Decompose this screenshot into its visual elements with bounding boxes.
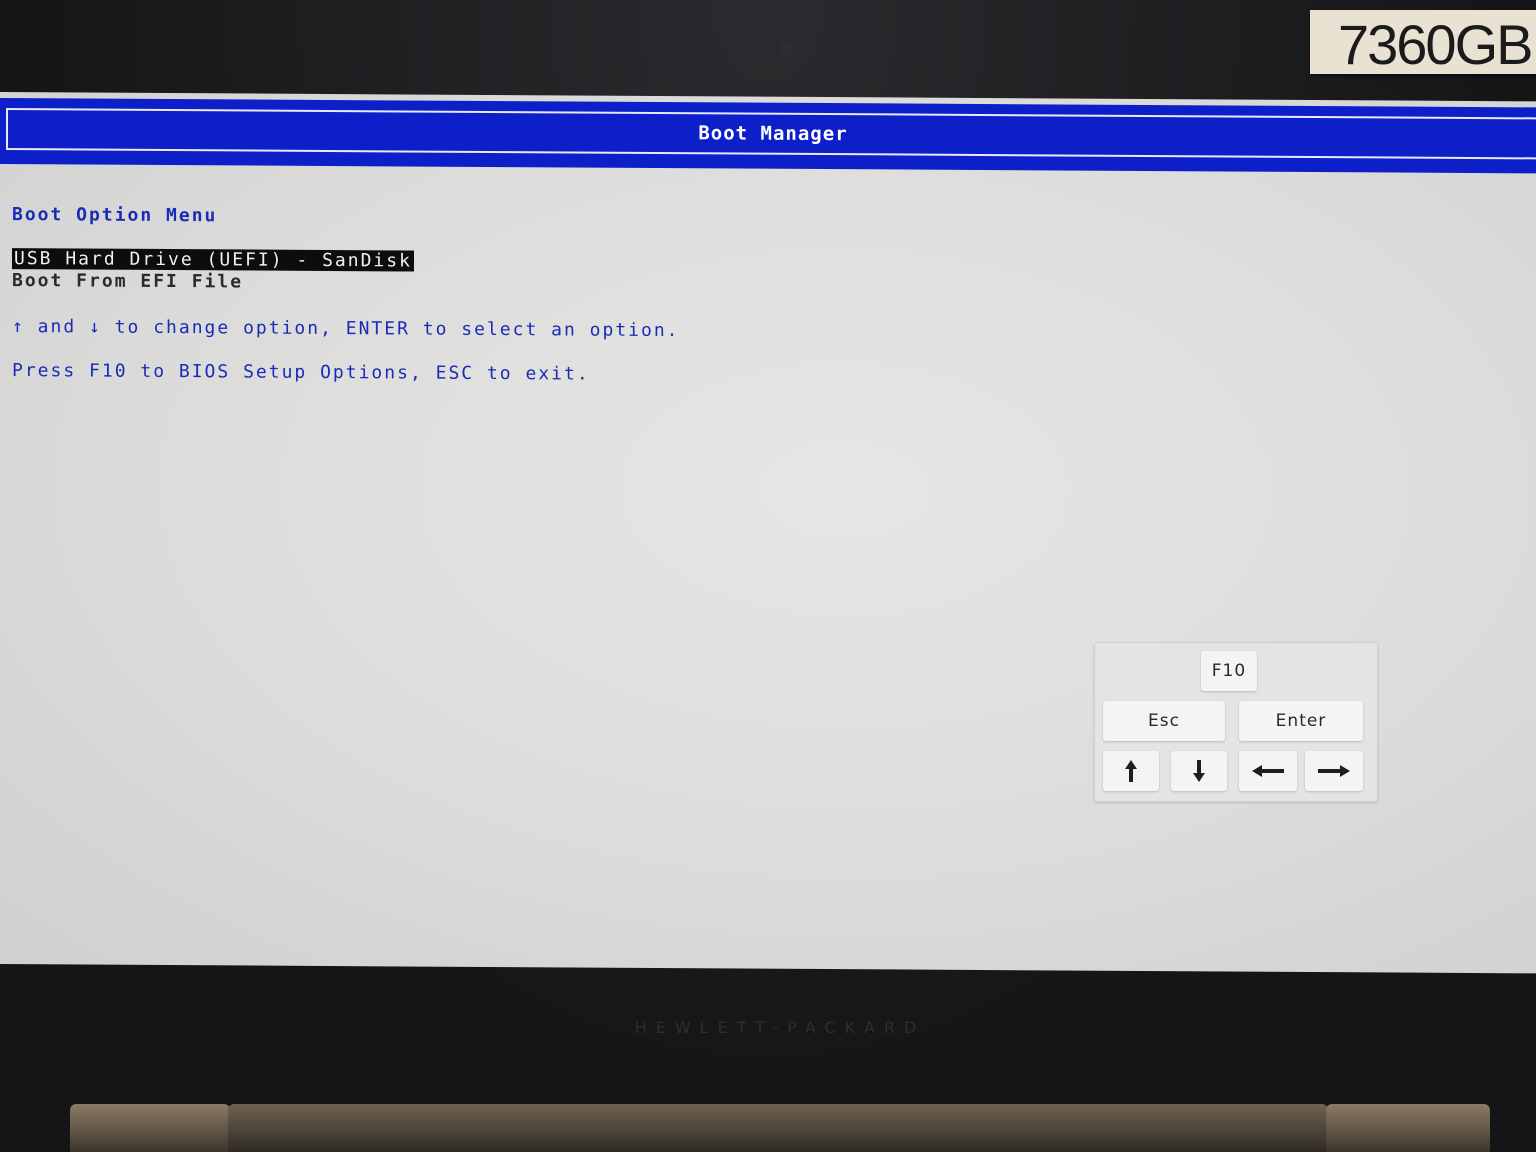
arrow-down-icon <box>1193 760 1205 782</box>
bios-screen: Boot Manager Boot Option Menu USB Hard D… <box>0 92 1536 974</box>
arrow-left-icon <box>1252 765 1284 777</box>
sticker-text: 7360GB <box>1338 13 1533 74</box>
boot-option-usb[interactable]: USB Hard Drive (UEFI) - SanDisk <box>12 248 414 272</box>
boot-option-efi-file[interactable]: Boot From EFI File <box>12 270 243 292</box>
help-text-navigation: ↑ and ↓ to change option, ENTER to selec… <box>12 316 680 342</box>
title-bar: Boot Manager <box>0 98 1536 174</box>
on-screen-keypad: F10 Esc Enter <box>1094 642 1378 802</box>
brand-logo-text: HEWLETT-PACKARD <box>634 1018 926 1037</box>
f10-key[interactable]: F10 <box>1201 651 1257 691</box>
asset-sticker: 7360GB <box>1310 10 1536 74</box>
help-text-setup: Press F10 to BIOS Setup Options, ESC to … <box>12 360 590 385</box>
esc-key[interactable]: Esc <box>1103 701 1225 741</box>
arrow-right-icon <box>1318 765 1350 777</box>
laptop-bezel: 7360GB Boot Manager Boot Option Menu USB… <box>0 0 1536 1152</box>
arrow-down-key[interactable] <box>1171 751 1227 791</box>
menu-heading: Boot Option Menu <box>12 204 218 227</box>
hinge-right <box>1326 1104 1490 1152</box>
hinge-left <box>70 1104 230 1152</box>
hinge-center <box>228 1104 1328 1152</box>
webcam <box>780 42 794 56</box>
arrow-right-key[interactable] <box>1305 751 1363 791</box>
enter-key[interactable]: Enter <box>1239 701 1363 741</box>
arrow-up-icon <box>1125 760 1137 782</box>
arrow-up-key[interactable] <box>1103 751 1159 791</box>
arrow-left-key[interactable] <box>1239 751 1297 791</box>
